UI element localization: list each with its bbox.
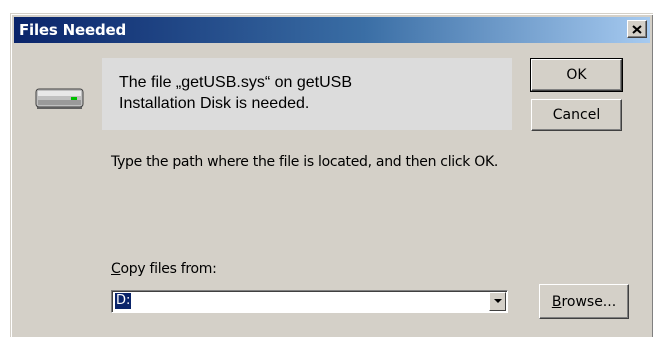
- message-panel: The file „getUSB.sys“ on getUSB Installa…: [102, 58, 512, 130]
- dropdown-button[interactable]: [489, 292, 506, 311]
- copy-label-rest: opy files from:: [120, 261, 217, 277]
- browse-button[interactable]: Browse...: [539, 284, 629, 319]
- browse-label-rest: rowse...: [561, 293, 617, 310]
- path-value[interactable]: D:: [115, 293, 132, 309]
- copy-files-from-label: Copy files from:: [111, 261, 217, 277]
- chevron-down-icon: [493, 299, 502, 303]
- instruction-text: Type the path where the file is located,…: [111, 154, 498, 170]
- close-button[interactable]: [627, 20, 647, 38]
- cancel-button[interactable]: Cancel: [531, 99, 622, 131]
- close-icon: [632, 24, 642, 34]
- message-text: The file „getUSB.sys“ on getUSB Installa…: [119, 74, 352, 112]
- copy-files-from-combobox[interactable]: D:: [111, 290, 508, 313]
- title-bar[interactable]: Files Needed: [14, 17, 650, 43]
- ok-button[interactable]: OK: [530, 58, 623, 92]
- browse-label-mnemonic: B: [551, 293, 562, 310]
- files-needed-dialog: Files Needed The file „getUSB.sys“ on ge…: [10, 13, 653, 337]
- window-title: Files Needed: [19, 21, 127, 39]
- drive-icon: [35, 88, 84, 109]
